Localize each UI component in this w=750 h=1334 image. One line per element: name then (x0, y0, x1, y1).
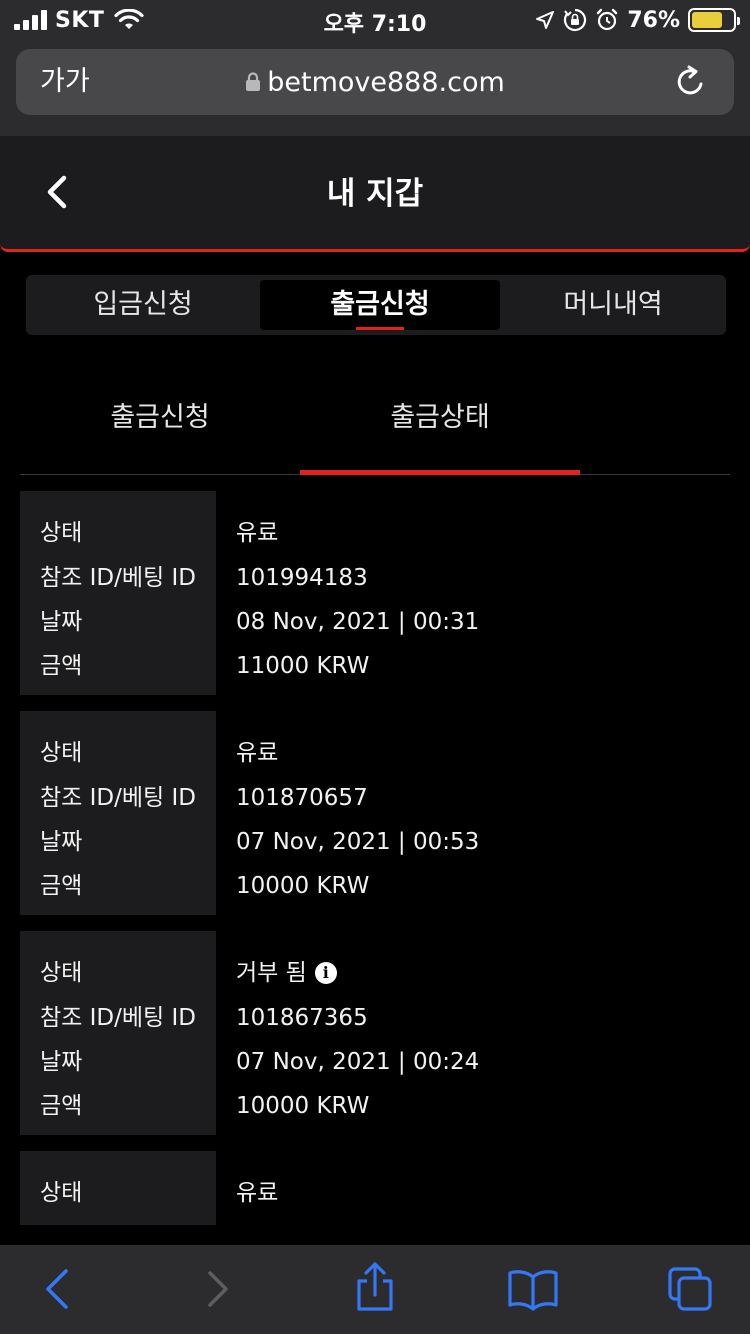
ref-id-value: 101867365 (236, 1005, 368, 1031)
url-display[interactable]: betmove888.com (16, 49, 734, 115)
status-label: 상태 (40, 960, 83, 986)
ref-id-value: 101994183 (236, 565, 368, 591)
withdraw-sub-tabs: 출금신청 출금상태 (20, 380, 730, 475)
reload-icon[interactable] (670, 62, 710, 102)
date-value: 08 Nov, 2021 | 00:31 (236, 609, 480, 635)
status-label: 상태 (40, 1180, 83, 1206)
tab-money-history[interactable]: 머니내역 (500, 275, 726, 335)
info-icon[interactable]: i (314, 962, 337, 984)
tab-withdraw-label: 출금신청 (330, 289, 430, 320)
status-bar: SKT 오후 7:10 76% (0, 0, 750, 40)
status-text: 유료 (236, 740, 279, 766)
amount-value: 10000 KRW (236, 1093, 370, 1119)
status-value: 유료 (236, 1171, 278, 1215)
ref-id-label: 참조 ID/베팅 ID (40, 785, 196, 811)
withdraw-record: 상태 유료 (20, 1151, 730, 1225)
amount-label: 금액 (40, 653, 83, 679)
forward-arrow-icon[interactable] (196, 1267, 240, 1311)
withdraw-record: 상태 거부 됨 i 참조 ID/베팅 ID 101867365 날짜 07 No… (20, 931, 730, 1135)
orientation-lock-icon (564, 8, 587, 32)
ref-id-label: 참조 ID/베팅 ID (40, 565, 196, 591)
status-label: 상태 (40, 520, 83, 546)
status-label: 상태 (40, 740, 83, 766)
tabs-icon[interactable] (666, 1265, 714, 1313)
bookmarks-icon[interactable] (506, 1267, 560, 1311)
browser-bottom-toolbar (0, 1245, 750, 1334)
date-value: 07 Nov, 2021 | 00:24 (236, 1049, 480, 1075)
date-label: 날짜 (40, 829, 83, 855)
status-value: 거부 됨 i (236, 951, 337, 995)
status-text: 거부 됨 (236, 960, 307, 986)
active-subtab-indicator (300, 470, 580, 475)
back-arrow-icon[interactable] (36, 1267, 80, 1311)
url-text: betmove888.com (267, 66, 505, 98)
amount-value: 11000 KRW (236, 653, 370, 679)
status-value: 유료 (236, 511, 278, 555)
ref-id-value: 101870657 (236, 785, 368, 811)
address-bar[interactable]: 가가 betmove888.com (16, 49, 734, 115)
ref-id-label: 참조 ID/베팅 ID (40, 1005, 196, 1031)
browser-toolbar: 가가 betmove888.com (0, 40, 750, 136)
wallet-tabs: 입금신청 출금신청 머니내역 (26, 275, 726, 335)
amount-value: 10000 KRW (236, 873, 370, 899)
battery-icon (688, 8, 740, 32)
withdraw-record: 상태 유료 참조 ID/베팅 ID 101994183 날짜 08 Nov, 2… (20, 491, 730, 695)
battery-percent: 76% (627, 7, 680, 33)
status-text: 유료 (236, 1180, 279, 1206)
tab-withdraw[interactable]: 출금신청 (260, 280, 500, 330)
subtab-withdraw-request[interactable]: 출금신청 (20, 380, 300, 456)
lock-icon (246, 72, 261, 91)
tab-deposit[interactable]: 입금신청 (26, 275, 260, 335)
subtab-withdraw-status[interactable]: 출금상태 (300, 380, 580, 456)
withdraw-record: 상태 유료 참조 ID/베팅 ID 101870657 날짜 07 Nov, 2… (20, 711, 730, 915)
status-value: 유료 (236, 731, 278, 775)
share-icon[interactable] (353, 1261, 397, 1313)
page-title: 내 지갑 (326, 176, 424, 212)
date-label: 날짜 (40, 1049, 83, 1075)
alarm-icon (597, 8, 618, 31)
status-text: 유료 (236, 520, 279, 546)
amount-label: 금액 (40, 1093, 83, 1119)
date-value: 07 Nov, 2021 | 00:53 (236, 829, 480, 855)
app-header: 내 지갑 (0, 136, 750, 252)
amount-label: 금액 (40, 873, 83, 899)
active-tab-indicator (356, 327, 404, 330)
date-label: 날짜 (40, 609, 83, 635)
location-icon (536, 11, 555, 29)
